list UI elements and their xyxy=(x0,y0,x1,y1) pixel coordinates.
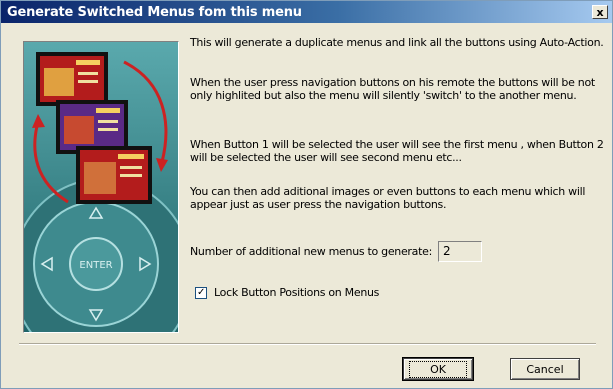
menu-card-2 xyxy=(56,100,128,154)
lock-positions-row[interactable]: ✓ Lock Button Positions on Menus xyxy=(195,286,379,299)
switched-menus-dialog: Generate Switched Menus fom this menu x … xyxy=(0,0,613,389)
menu-card-1 xyxy=(36,52,108,106)
description-paragraph-4: You can then add aditional images or eve… xyxy=(190,185,586,211)
ok-button-label: OK xyxy=(409,360,467,378)
description-paragraph-2: When the user press navigation buttons o… xyxy=(190,76,595,102)
enter-label: ENTER xyxy=(79,260,112,271)
menus-count-row: Number of additional new menus to genera… xyxy=(190,241,482,262)
menu-card-3 xyxy=(76,146,152,204)
description-paragraph-1: This will generate a duplicate menus and… xyxy=(190,36,604,49)
button-separator xyxy=(19,343,596,345)
illustration-panel: ENTER xyxy=(23,41,179,333)
window-title: Generate Switched Menus fom this menu xyxy=(7,4,302,20)
cancel-button[interactable]: Cancel xyxy=(510,358,580,380)
close-button[interactable]: x xyxy=(592,5,608,19)
lock-positions-label[interactable]: Lock Button Positions on Menus xyxy=(214,286,379,299)
title-bar[interactable]: Generate Switched Menus fom this menu x xyxy=(1,1,612,23)
menus-count-label: Number of additional new menus to genera… xyxy=(190,245,432,258)
menus-count-input[interactable]: 2 xyxy=(437,241,482,262)
ok-button[interactable]: OK xyxy=(402,357,474,381)
remote-illustration: ENTER xyxy=(24,42,178,332)
lock-positions-checkbox[interactable]: ✓ xyxy=(195,286,207,299)
description-paragraph-3: When Button 1 will be selected the user … xyxy=(190,138,604,164)
